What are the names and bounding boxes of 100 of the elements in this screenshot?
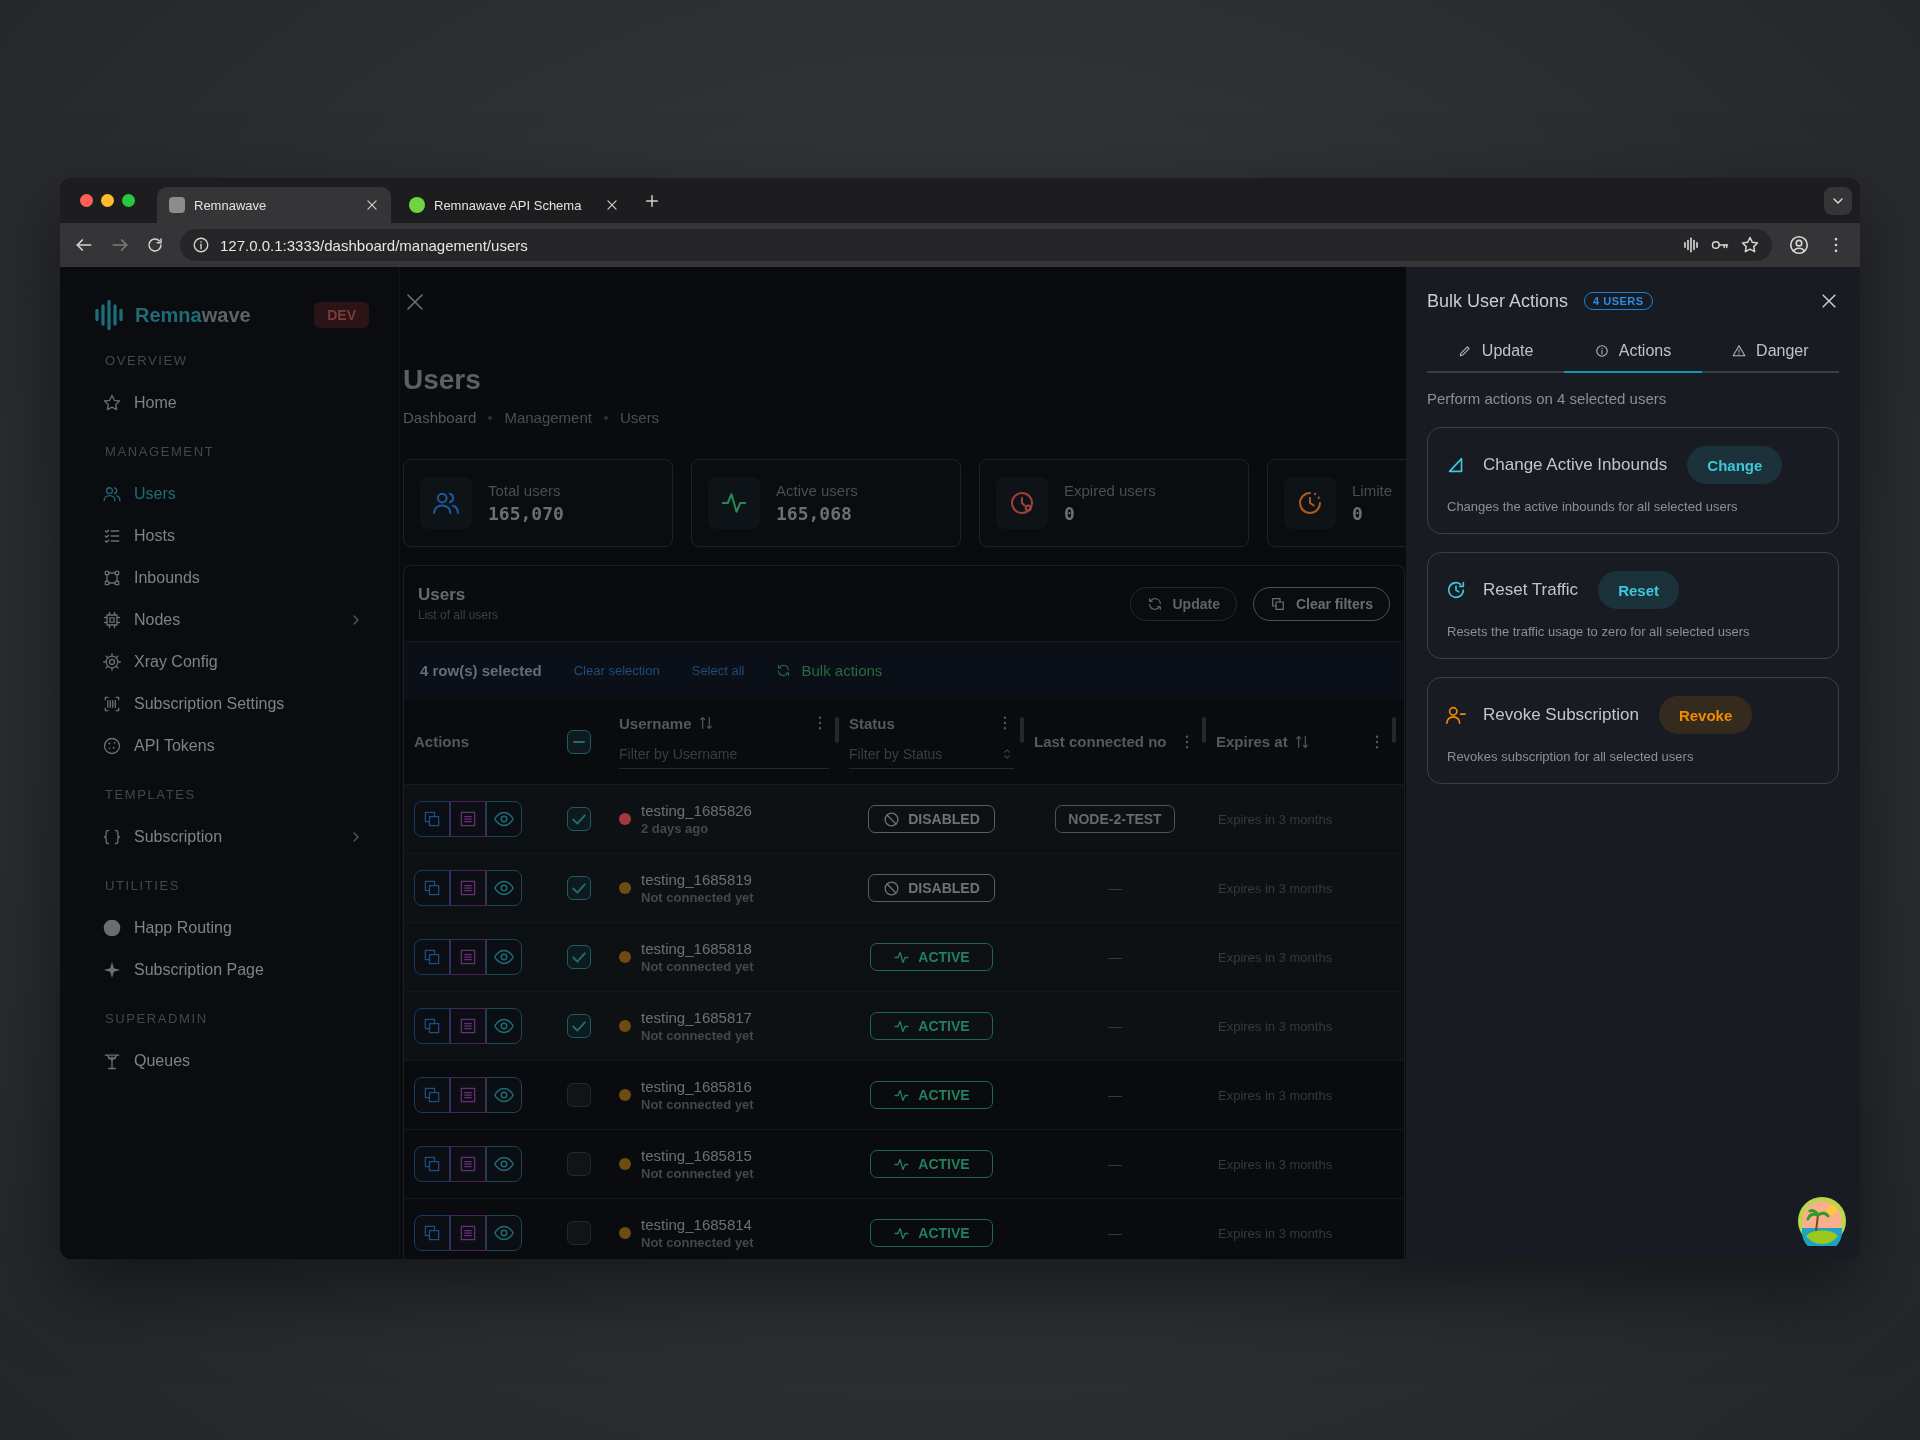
island-avatar-drawing[interactable]	[1797, 1196, 1847, 1246]
info-icon[interactable]	[192, 236, 210, 254]
minimize-window-button[interactable]	[101, 194, 114, 207]
star-icon[interactable]	[1740, 235, 1760, 255]
copy-button[interactable]	[414, 1215, 450, 1251]
stat-value: 165,070	[488, 503, 564, 524]
close-icon[interactable]	[605, 198, 619, 212]
row-checkbox[interactable]	[567, 1221, 591, 1245]
empty-value: —	[1108, 1018, 1122, 1034]
close-icon[interactable]	[365, 198, 379, 212]
address-bar[interactable]: 127.0.0.1:3333/dashboard/management/users	[180, 229, 1772, 261]
nav-item[interactable]: Xray Config	[102, 652, 218, 672]
username: testing_1685819	[641, 871, 753, 888]
browser-tab[interactable]: Remnawave	[157, 187, 391, 223]
url-text: 127.0.0.1:3333/dashboard/management/users	[220, 236, 529, 254]
view-button[interactable]	[486, 1077, 522, 1113]
stat-value: 0	[1352, 503, 1364, 524]
view-button[interactable]	[486, 939, 522, 975]
nav-item[interactable]: Happ Routing	[102, 918, 232, 938]
bulk-actions-button[interactable]: Bulk actions	[776, 662, 883, 679]
nav-item[interactable]: Nodes	[102, 610, 181, 630]
action-button[interactable]: Reset	[1598, 571, 1679, 609]
toolbar-button[interactable]: Update	[1129, 586, 1237, 621]
action-button[interactable]: Revoke	[1658, 696, 1753, 734]
document-icon	[458, 947, 478, 967]
copy-icon	[422, 1223, 442, 1243]
details-button[interactable]	[450, 1215, 486, 1251]
details-button[interactable]	[450, 1008, 486, 1044]
nav-item[interactable]: Users	[102, 484, 176, 504]
nav-item[interactable]: Hosts	[102, 526, 175, 546]
last-seen: Not connected yet	[641, 1097, 754, 1112]
view-button[interactable]	[486, 870, 522, 906]
nav-item[interactable]: Home	[102, 393, 177, 413]
column-header: Last connected no	[1034, 733, 1167, 750]
check-glyph	[572, 951, 586, 963]
username: testing_1685826	[641, 802, 752, 819]
circle-logo-icon	[409, 197, 425, 213]
barcode-icon	[102, 694, 122, 714]
row-checkbox[interactable]	[567, 876, 591, 900]
breadcrumb-link[interactable]: Dashboard	[403, 408, 477, 428]
profile-icon[interactable]	[1788, 234, 1810, 256]
row-checkbox[interactable]	[567, 945, 591, 969]
nav-item[interactable]: Queues	[102, 1051, 191, 1071]
status-text: DISABLED	[908, 811, 980, 827]
tab-list-button[interactable]	[1824, 186, 1852, 215]
copy-button[interactable]	[414, 870, 450, 906]
view-button[interactable]	[486, 1215, 522, 1251]
details-button[interactable]	[450, 939, 486, 975]
status-text: ACTIVE	[918, 949, 970, 965]
select-all-checkbox[interactable]	[567, 729, 591, 754]
favicon-icon	[169, 197, 185, 213]
nav-item[interactable]: API Tokens	[102, 736, 215, 756]
reload-icon[interactable]	[146, 236, 164, 254]
details-button[interactable]	[450, 1077, 486, 1113]
copy-button[interactable]	[414, 1077, 450, 1113]
details-button[interactable]	[450, 870, 486, 906]
nav-item[interactable]: Subscription Page	[102, 960, 264, 980]
browser-tab[interactable]: Remnawave API Schema	[397, 187, 631, 223]
star-icon	[102, 393, 122, 413]
copy-button[interactable]	[414, 801, 450, 837]
nav-item[interactable]: Subscription Settings	[102, 694, 285, 714]
row-checkbox[interactable]	[567, 1152, 591, 1176]
nav-item[interactable]: Subscription	[102, 827, 223, 847]
copy-button[interactable]	[414, 939, 450, 975]
tab-title: Remnawave	[194, 197, 268, 213]
status-text: ACTIVE	[918, 1225, 970, 1241]
copy-button[interactable]	[414, 1146, 450, 1182]
sort-icon[interactable]	[1293, 733, 1310, 750]
check-glyph	[572, 882, 586, 894]
username: testing_1685814	[641, 1216, 753, 1233]
view-button[interactable]	[486, 801, 522, 837]
document-icon	[458, 809, 478, 829]
copy-icon	[422, 947, 442, 967]
details-button[interactable]	[450, 1146, 486, 1182]
copy-button[interactable]	[414, 1008, 450, 1044]
row-checkbox[interactable]	[567, 807, 591, 831]
drawer-tab[interactable]: Danger	[1701, 330, 1839, 373]
details-button[interactable]	[450, 801, 486, 837]
action-title: Revoke Subscription	[1483, 705, 1639, 725]
maximize-window-button[interactable]	[122, 194, 135, 207]
copy-icon	[422, 809, 442, 829]
ban-icon	[883, 810, 901, 828]
view-button[interactable]	[486, 1146, 522, 1182]
action-button[interactable]: Change	[1687, 446, 1783, 484]
nav-item[interactable]: Inbounds	[102, 568, 200, 588]
bars-icon[interactable]	[1682, 236, 1700, 254]
row-checkbox[interactable]	[567, 1014, 591, 1038]
drawer-tab[interactable]: Update	[1427, 330, 1565, 373]
toolbar-button[interactable]: Clear filters	[1252, 586, 1390, 621]
document-icon	[458, 1085, 478, 1105]
row-checkbox[interactable]	[567, 1083, 591, 1107]
action-description: Revokes subscription for all selected users	[1446, 749, 1695, 764]
close-window-button[interactable]	[80, 194, 93, 207]
chip-icon	[102, 610, 122, 630]
sort-icon[interactable]	[697, 715, 714, 731]
view-button[interactable]	[486, 1008, 522, 1044]
drawer-tab[interactable]: Actions	[1564, 330, 1702, 373]
section-heading: SUPERADMIN	[104, 1010, 209, 1028]
action-title: Reset Traffic	[1483, 580, 1579, 600]
copy-icon	[422, 1154, 442, 1174]
